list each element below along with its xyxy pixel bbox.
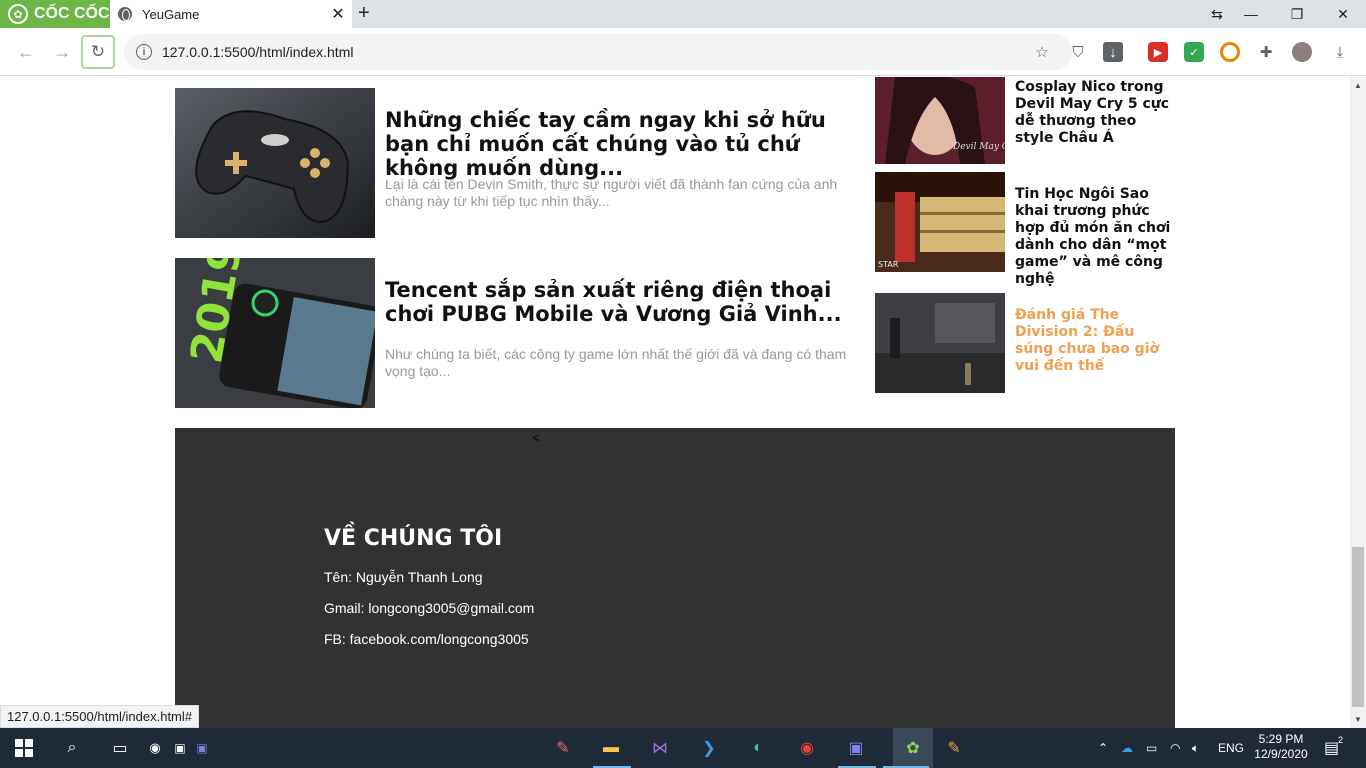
volume-icon[interactable]: 🔈︎ bbox=[1192, 728, 1199, 768]
back-button[interactable]: ← bbox=[12, 38, 40, 66]
chrome-small-icon[interactable]: ◉ bbox=[143, 736, 167, 760]
chrome-icon[interactable]: ◉ bbox=[795, 736, 819, 760]
vscode-icon[interactable]: ❯ bbox=[697, 736, 721, 760]
coccoc-logo-icon: ✿ bbox=[8, 4, 28, 24]
close-tab-icon[interactable]: ✕ bbox=[324, 4, 352, 24]
paint-app-icon[interactable]: ✎ bbox=[551, 736, 575, 760]
profile-avatar[interactable] bbox=[1292, 42, 1312, 62]
store-image: STAR bbox=[875, 172, 1005, 272]
author-email: Gmail: longcong3005@gmail.com bbox=[324, 600, 535, 616]
video-extension-icon[interactable]: ▶ bbox=[1148, 42, 1168, 62]
clock-time: 5:29 PM bbox=[1258, 732, 1304, 746]
sidebar-news-title[interactable]: Tin Học Ngôi Sao khai trương phức hợp đủ… bbox=[1015, 186, 1175, 288]
stray-char: < bbox=[532, 430, 540, 445]
sidebar-news-title[interactable]: Đánh giá The Division 2: Đấu súng chưa b… bbox=[1015, 307, 1175, 375]
article-card[interactable]: Những chiếc tay cầm ngay khi sở hữu bạn … bbox=[175, 88, 875, 238]
sidebar-thumbnail[interactable] bbox=[875, 293, 1005, 393]
thumb-devil-may-cry-text: Devil May Cry bbox=[952, 142, 1005, 152]
task-view-icon[interactable]: ▭ bbox=[108, 736, 132, 760]
teams-small-icon[interactable]: ▣ bbox=[190, 736, 214, 760]
brand-label: CỐC CỐC bbox=[34, 5, 110, 22]
article-excerpt: Lại là cái tên Devin Smith, thực sự ngườ… bbox=[385, 176, 838, 209]
sidebar-news-item[interactable]: Devil May Cry Cosplay Nico trong Devil M… bbox=[875, 77, 1175, 164]
clock-date: 12/9/2020 bbox=[1254, 747, 1308, 761]
paint3d-icon[interactable]: ✎ bbox=[942, 736, 966, 760]
edge-icon[interactable]: ◐ bbox=[746, 736, 770, 760]
sidebar-news-item[interactable]: Đánh giá The Division 2: Đấu súng chưa b… bbox=[875, 293, 1175, 393]
search-icon[interactable]: ⌕ bbox=[60, 736, 84, 760]
visual-studio-icon[interactable]: ⋈ bbox=[648, 736, 672, 760]
globe-icon bbox=[118, 7, 132, 21]
site-footer: < VỀ CHÚNG TÔI Tên: Nguyễn Thanh Long Gm… bbox=[175, 428, 1175, 728]
shield-icon[interactable]: ⛉ bbox=[1068, 42, 1088, 62]
about-heading: VỀ CHÚNG TÔI bbox=[324, 526, 503, 551]
file-explorer-icon[interactable]: ▬ bbox=[599, 736, 623, 760]
coccoc-menu-button[interactable]: ✿ CỐC CỐC bbox=[0, 0, 110, 28]
system-clock[interactable]: 5:29 PM 12/9/2020 bbox=[1252, 732, 1310, 762]
close-window-button[interactable]: ✕ bbox=[1320, 0, 1366, 28]
thumb-star-text: STAR bbox=[878, 260, 899, 269]
article-excerpt: Như chúng ta biết, các công ty game lớn … bbox=[385, 346, 847, 379]
downloads-icon[interactable]: ⤓ bbox=[1330, 42, 1350, 62]
scrollbar-thumb[interactable] bbox=[1352, 547, 1364, 707]
site-info-icon[interactable]: i bbox=[136, 44, 152, 60]
app-small-icon[interactable]: ▣ bbox=[168, 736, 192, 760]
windows-taskbar: ⌕ ▭ ◉ ▣ ▣ ✎ ▬ ⋈ ❯ ◐ ◉ ▣ ✿ ✎ ⌃ ☁ ▭ ◠ 🔈︎ E… bbox=[0, 728, 1366, 768]
download-page-icon[interactable]: ↓ bbox=[1103, 42, 1123, 62]
url-text: 127.0.0.1:5500/html/index.html bbox=[162, 44, 354, 60]
cosplay-image: Devil May Cry bbox=[875, 77, 1005, 164]
pubg-phone-image: 2019 bbox=[175, 258, 375, 408]
chrome-extension-icon[interactable] bbox=[1220, 42, 1240, 62]
article-title[interactable]: Tencent sắp sản xuất riêng điện thoại ch… bbox=[385, 278, 875, 326]
sidebar-thumbnail[interactable]: STAR bbox=[875, 172, 1005, 272]
teams-icon[interactable]: ▣ bbox=[844, 736, 868, 760]
article-thumbnail[interactable] bbox=[175, 88, 375, 238]
tray-chevron-icon[interactable]: ⌃ bbox=[1098, 728, 1108, 768]
author-name: Tên: Nguyễn Thanh Long bbox=[324, 569, 483, 585]
address-bar[interactable]: i 127.0.0.1:5500/html/index.html bbox=[124, 34, 1072, 70]
new-tab-button[interactable]: + bbox=[358, 2, 370, 25]
minimize-button[interactable]: — bbox=[1228, 0, 1274, 28]
vertical-scrollbar[interactable]: ▲ ▼ bbox=[1350, 77, 1366, 728]
language-indicator[interactable]: ENG bbox=[1218, 728, 1244, 768]
browser-toolbar: ← → ↻ i 127.0.0.1:5500/html/index.html ☆… bbox=[0, 28, 1366, 76]
extensions-puzzle-icon[interactable]: ✚ bbox=[1256, 42, 1276, 62]
article-thumbnail[interactable]: 2019 bbox=[175, 258, 375, 408]
forward-button[interactable]: → bbox=[48, 38, 76, 66]
tab-yeugame[interactable]: YeuGame ✕ bbox=[110, 0, 352, 28]
scroll-down-icon[interactable]: ▼ bbox=[1354, 715, 1362, 724]
sidebar-news-item[interactable]: STAR Tin Học Ngôi Sao khai trương phức h… bbox=[875, 172, 1175, 287]
coccoc-taskbar-icon[interactable]: ✿ bbox=[893, 728, 933, 768]
scroll-up-icon[interactable]: ▲ bbox=[1354, 81, 1362, 90]
author-facebook: FB: facebook.com/longcong3005 bbox=[324, 631, 529, 647]
tab-strip: ✿ CỐC CỐC YeuGame ✕ + ⇆ — ❐ ✕ bbox=[0, 0, 1366, 28]
sidebar-thumbnail[interactable]: Devil May Cry bbox=[875, 77, 1005, 164]
web-page: Những chiếc tay cầm ngay khi sở hữu bạn … bbox=[0, 77, 1350, 728]
tab-title: YeuGame bbox=[142, 6, 200, 22]
notification-center-icon[interactable]: ▤ bbox=[1324, 728, 1339, 768]
notification-count: 2 bbox=[1338, 735, 1344, 745]
restore-button[interactable]: ❐ bbox=[1274, 0, 1320, 28]
reload-button[interactable]: ↻ bbox=[81, 35, 115, 69]
bookmark-star-icon[interactable]: ☆ bbox=[1032, 42, 1052, 62]
battery-icon[interactable]: ▭ bbox=[1146, 728, 1157, 768]
sidebar-news-title[interactable]: Cosplay Nico trong Devil May Cry 5 cực d… bbox=[1015, 79, 1175, 147]
division-image bbox=[875, 293, 1005, 393]
article-card[interactable]: 2019 Tencent sắp sản xuất riêng điện tho… bbox=[175, 258, 875, 408]
article-title[interactable]: Những chiếc tay cầm ngay khi sở hữu bạn … bbox=[385, 108, 875, 180]
wifi-icon[interactable]: ◠ bbox=[1170, 728, 1180, 768]
adblock-extension-icon[interactable]: ✓ bbox=[1184, 42, 1204, 62]
gamepad-image bbox=[175, 88, 375, 238]
status-bar-url: 127.0.0.1:5500/html/index.html# bbox=[0, 705, 200, 728]
windows-start-icon[interactable] bbox=[12, 736, 36, 760]
onedrive-icon[interactable]: ☁ bbox=[1121, 728, 1133, 768]
